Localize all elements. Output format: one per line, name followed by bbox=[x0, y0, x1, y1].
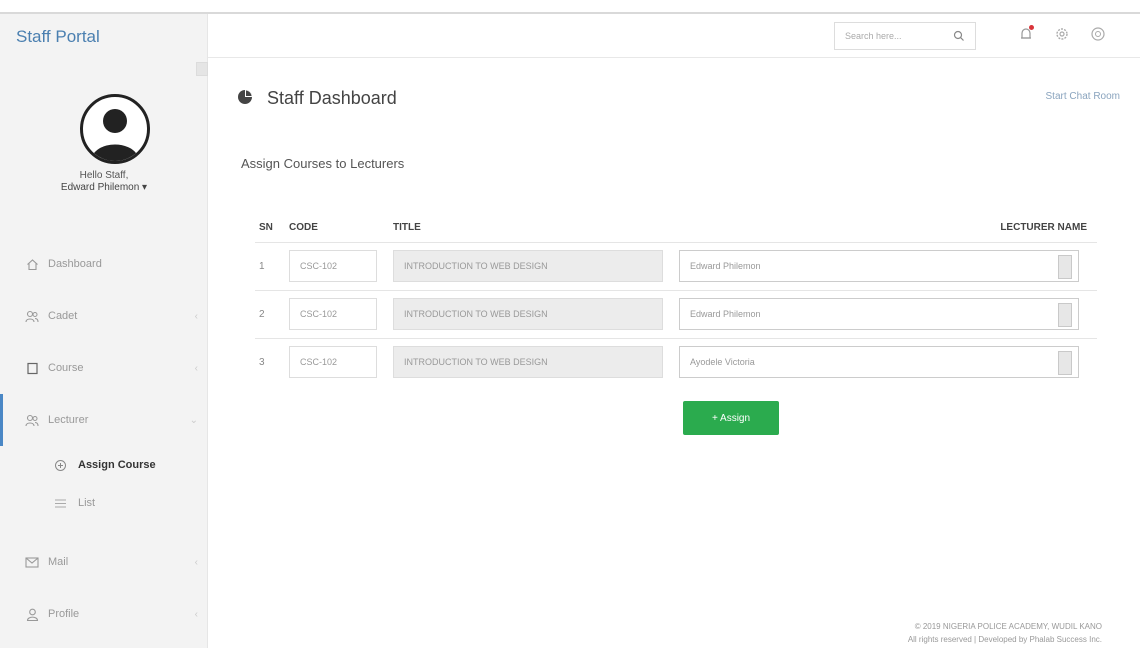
row-sn: 3 bbox=[255, 337, 285, 386]
course-code-field[interactable]: CSC-102 bbox=[289, 346, 377, 379]
start-chat-room-link[interactable]: Start Chat Room bbox=[1046, 91, 1120, 102]
avatar[interactable] bbox=[80, 94, 150, 164]
list-icon bbox=[54, 498, 70, 509]
brand-title[interactable]: Staff Portal bbox=[0, 14, 208, 58]
pie-chart-icon bbox=[237, 89, 253, 110]
sidebar: Hello Staff, Edward Philemon ▾ Dashboard… bbox=[0, 58, 208, 648]
notification-dot bbox=[1029, 25, 1034, 30]
table-row: 3 CSC-102 INTRODUCTION TO WEB DESIGN Ayo… bbox=[255, 337, 1097, 386]
side-menu: Dashboard Cadet ‹ Course ‹ Lecturer ⌄ As… bbox=[0, 238, 208, 640]
sidebar-item-label: Cadet bbox=[48, 310, 78, 322]
section-title: Assign Courses to Lecturers bbox=[241, 156, 405, 171]
sidebar-item-label: Mail bbox=[48, 556, 69, 568]
home-icon bbox=[24, 256, 40, 272]
user-icon bbox=[24, 606, 40, 622]
chevron-left-icon: ‹ bbox=[194, 311, 198, 322]
help-icon[interactable] bbox=[1090, 26, 1108, 44]
lecturer-select-value: Edward Philemon bbox=[690, 309, 761, 319]
row-sn: 1 bbox=[255, 241, 285, 290]
sidebar-item-profile[interactable]: Profile ‹ bbox=[0, 588, 208, 640]
book-icon bbox=[24, 360, 40, 376]
lecturer-select[interactable]: Edward Philemon bbox=[679, 298, 1079, 330]
column-header-lecturer-name: LECTURER NAME bbox=[1000, 222, 1087, 234]
users-icon bbox=[24, 412, 40, 428]
search-icon[interactable] bbox=[953, 29, 965, 47]
course-title-field: INTRODUCTION TO WEB DESIGN bbox=[393, 298, 663, 330]
sidebar-item-course[interactable]: Course ‹ bbox=[0, 342, 208, 394]
top-strip bbox=[0, 0, 1140, 12]
search-input[interactable]: Search here... bbox=[845, 31, 902, 41]
sidebar-collapse-toggle[interactable] bbox=[196, 62, 208, 76]
greeting-text: Hello Staff, bbox=[79, 170, 129, 181]
sidebar-subitem-label: List bbox=[78, 497, 96, 509]
sidebar-item-label: Dashboard bbox=[48, 258, 102, 270]
course-code-field[interactable]: CSC-102 bbox=[289, 298, 377, 330]
settings-icon[interactable] bbox=[1054, 26, 1072, 44]
chevron-down-icon: ⌄ bbox=[189, 415, 198, 426]
footer-copyright: © 2019 NIGERIA POLICE ACADEMY, WUDIL KAN… bbox=[914, 622, 1102, 631]
table-row: 2 CSC-102 INTRODUCTION TO WEB DESIGN Edw… bbox=[255, 289, 1097, 338]
sidebar-item-dashboard[interactable]: Dashboard bbox=[0, 238, 208, 290]
assign-courses-table: SN CODE TITLE LECTURER NAME 1 CSC-102 IN… bbox=[255, 214, 1097, 386]
lecturer-select[interactable]: Edward Philemon bbox=[679, 250, 1079, 282]
plus-circle-icon bbox=[54, 459, 70, 472]
search-box[interactable]: Search here... bbox=[834, 22, 976, 50]
sidebar-subitem-label: Assign Course bbox=[78, 459, 156, 471]
sidebar-item-label: Lecturer bbox=[48, 414, 89, 426]
mail-icon bbox=[24, 554, 40, 570]
sidebar-item-mail[interactable]: Mail ‹ bbox=[0, 536, 208, 588]
course-title-field: INTRODUCTION TO WEB DESIGN bbox=[393, 346, 663, 379]
notification-icon[interactable] bbox=[1018, 25, 1036, 44]
sidebar-item-label: Profile bbox=[48, 608, 80, 620]
lecturer-select-value: Ayodele Victoria bbox=[690, 357, 755, 368]
sidebar-item-label: Course bbox=[48, 362, 84, 374]
top-navbar: Staff Portal Search here... bbox=[0, 12, 1140, 58]
users-icon bbox=[24, 308, 40, 324]
column-header-title: TITLE bbox=[393, 222, 421, 234]
table-row: 1 CSC-102 INTRODUCTION TO WEB DESIGN Edw… bbox=[255, 241, 1097, 290]
assign-button[interactable]: + Assign bbox=[683, 401, 779, 435]
row-sn: 2 bbox=[255, 289, 285, 338]
chevron-left-icon: ‹ bbox=[194, 557, 198, 568]
column-header-sn: SN bbox=[259, 222, 273, 234]
select-arrow-icon[interactable] bbox=[1058, 351, 1072, 376]
course-code-field[interactable]: CSC-102 bbox=[289, 250, 377, 282]
sidebar-subitem-assign-course[interactable]: Assign Course bbox=[0, 446, 208, 484]
sidebar-item-cadet[interactable]: Cadet ‹ bbox=[0, 290, 208, 342]
lecturer-select-value: Edward Philemon bbox=[690, 261, 761, 271]
chevron-left-icon: ‹ bbox=[194, 609, 198, 620]
page-title: Staff Dashboard bbox=[267, 88, 397, 108]
sidebar-item-lecturer[interactable]: Lecturer ⌄ bbox=[0, 394, 208, 446]
select-arrow-icon[interactable] bbox=[1058, 255, 1072, 279]
select-arrow-icon[interactable] bbox=[1058, 303, 1072, 327]
column-header-code: CODE bbox=[289, 222, 318, 234]
table-header-row: SN CODE TITLE LECTURER NAME bbox=[255, 214, 1097, 242]
chevron-left-icon: ‹ bbox=[194, 363, 198, 374]
sidebar-subitem-list[interactable]: List bbox=[0, 484, 208, 522]
user-name-dropdown[interactable]: Edward Philemon ▾ bbox=[0, 182, 208, 193]
course-title-field: INTRODUCTION TO WEB DESIGN bbox=[393, 250, 663, 282]
footer-credits: All rights reserved | Developed by Phala… bbox=[907, 635, 1102, 644]
lecturer-select[interactable]: Ayodele Victoria bbox=[679, 346, 1079, 379]
main-content: Staff Dashboard Start Chat Room Assign C… bbox=[209, 58, 1140, 648]
footer: © 2019 NIGERIA POLICE ACADEMY, WUDIL KAN… bbox=[908, 620, 1102, 646]
